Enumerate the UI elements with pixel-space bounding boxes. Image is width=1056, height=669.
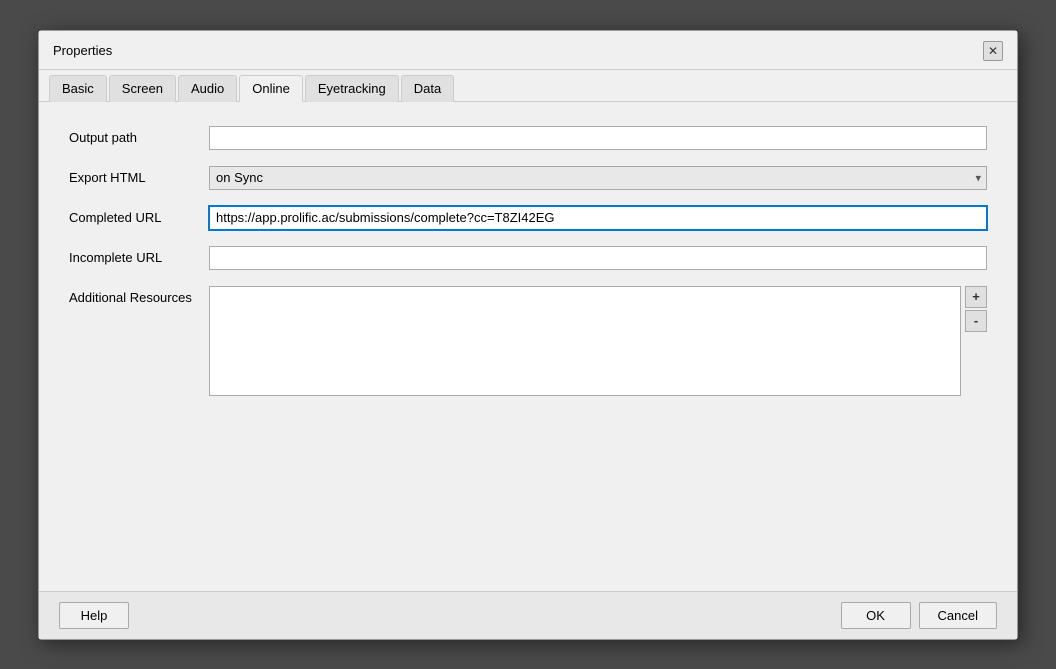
- add-resource-button[interactable]: +: [965, 286, 987, 308]
- close-button[interactable]: ✕: [983, 41, 1003, 61]
- title-bar: Properties ✕: [39, 31, 1017, 70]
- footer: Help OK Cancel: [39, 591, 1017, 639]
- tab-online[interactable]: Online: [239, 75, 303, 102]
- incomplete-url-label: Incomplete URL: [69, 250, 209, 265]
- remove-resource-button[interactable]: -: [965, 310, 987, 332]
- minus-icon: -: [974, 313, 978, 328]
- incomplete-url-input[interactable]: [209, 246, 987, 270]
- help-button[interactable]: Help: [59, 602, 129, 629]
- tab-bar: Basic Screen Audio Online Eyetracking Da…: [39, 70, 1017, 102]
- resources-buttons: + -: [965, 286, 987, 332]
- close-icon: ✕: [988, 44, 998, 58]
- tab-basic[interactable]: Basic: [49, 75, 107, 102]
- output-path-row: Output path: [69, 126, 987, 150]
- export-html-row: Export HTML on Sync Always Never ▾: [69, 166, 987, 190]
- footer-right-buttons: OK Cancel: [841, 602, 997, 629]
- incomplete-url-row: Incomplete URL: [69, 246, 987, 270]
- completed-url-row: Completed URL: [69, 206, 987, 230]
- output-path-input[interactable]: [209, 126, 987, 150]
- tab-eyetracking[interactable]: Eyetracking: [305, 75, 399, 102]
- tab-data[interactable]: Data: [401, 75, 454, 102]
- tab-content: Output path Export HTML on Sync Always N…: [39, 102, 1017, 591]
- tab-screen[interactable]: Screen: [109, 75, 176, 102]
- completed-url-label: Completed URL: [69, 210, 209, 225]
- resources-area: + -: [209, 286, 987, 396]
- export-html-select-wrapper: on Sync Always Never ▾: [209, 166, 987, 190]
- additional-resources-label: Additional Resources: [69, 286, 209, 305]
- dialog-title: Properties: [53, 43, 112, 58]
- additional-resources-textarea[interactable]: [209, 286, 961, 396]
- output-path-label: Output path: [69, 130, 209, 145]
- export-html-select[interactable]: on Sync Always Never: [209, 166, 987, 190]
- properties-dialog: Properties ✕ Basic Screen Audio Online E…: [38, 30, 1018, 640]
- tab-audio[interactable]: Audio: [178, 75, 237, 102]
- additional-resources-row: Additional Resources + -: [69, 286, 987, 396]
- completed-url-input[interactable]: [209, 206, 987, 230]
- cancel-button[interactable]: Cancel: [919, 602, 997, 629]
- ok-button[interactable]: OK: [841, 602, 911, 629]
- export-html-label: Export HTML: [69, 170, 209, 185]
- plus-icon: +: [972, 289, 980, 304]
